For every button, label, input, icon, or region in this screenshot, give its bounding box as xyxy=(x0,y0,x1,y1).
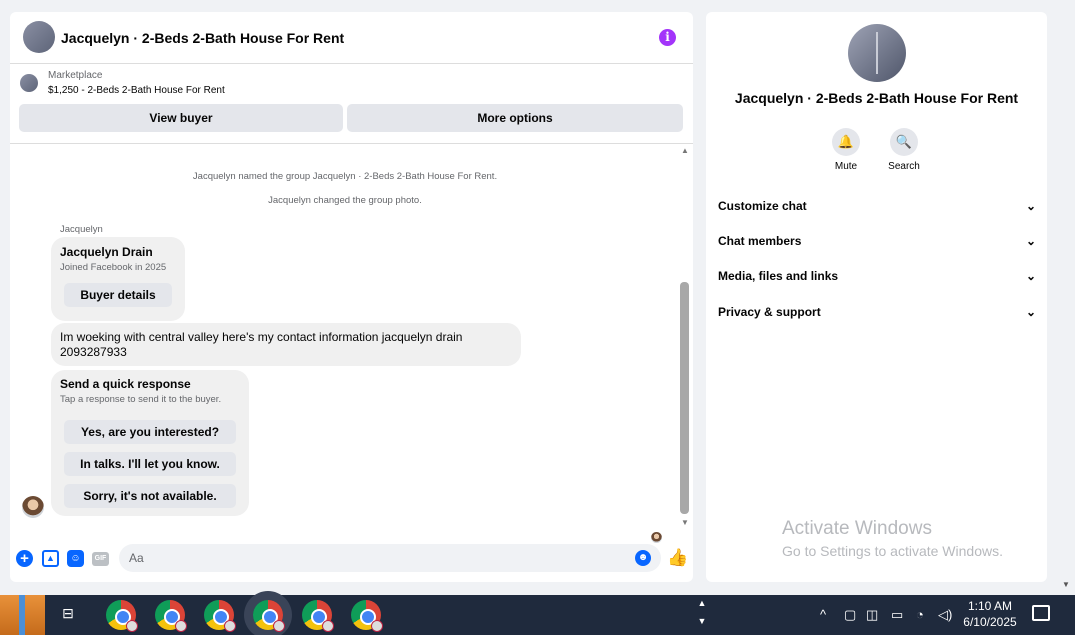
section-privacy-support[interactable]: Privacy & support ⌄ xyxy=(718,300,1036,324)
listing-title[interactable]: $1,250 - 2-Beds 2-Bath House For Rent xyxy=(48,85,225,96)
chevron-down-icon[interactable]: ⌄ xyxy=(1026,229,1036,253)
chevron-down-icon[interactable]: ⌄ xyxy=(1026,300,1036,324)
quick-response-subtitle: Tap a response to send it to the buyer. xyxy=(60,394,222,405)
section-label: Customize chat xyxy=(718,199,807,213)
buyer-name: Jacquelyn Drain xyxy=(60,245,153,259)
quick-response-title: Send a quick response xyxy=(60,377,191,391)
scroll-thumb[interactable] xyxy=(680,282,689,514)
buyer-details-button[interactable]: Buyer details xyxy=(64,283,172,307)
more-options-button[interactable]: More options xyxy=(347,104,683,132)
system-message: Jacquelyn named the group Jacquelyn · 2-… xyxy=(192,171,498,182)
group-photo[interactable] xyxy=(848,24,906,82)
search-action[interactable]: 🔍 Search xyxy=(874,128,934,172)
watermark-title: Activate Windows xyxy=(782,518,932,539)
section-label: Chat members xyxy=(718,234,802,248)
gif-icon[interactable]: GIF xyxy=(92,552,109,566)
chevron-down-icon[interactable]: ⌄ xyxy=(1026,264,1036,288)
quick-response-option[interactable]: In talks. I'll let you know. xyxy=(64,452,236,476)
security-icon[interactable]: ◫ xyxy=(866,607,878,623)
message-bubble: Im woeking with central valley here's my… xyxy=(51,323,521,366)
profile-card-bubble: Jacquelyn Drain Joined Facebook in 2025 … xyxy=(51,237,185,321)
sender-name: Jacquelyn xyxy=(60,224,103,235)
chrome-icon[interactable] xyxy=(155,600,187,632)
wifi-icon[interactable]: ◔ xyxy=(916,607,924,622)
chat-info-panel: Jacquelyn · 2-Beds 2-Bath House For Rent… xyxy=(706,12,1047,582)
sticker-icon[interactable]: ☺ xyxy=(67,550,84,567)
chrome-icon[interactable] xyxy=(302,600,334,632)
chrome-icon[interactable] xyxy=(106,600,138,632)
view-buyer-button[interactable]: View buyer xyxy=(19,104,343,132)
task-view-icon[interactable]: ⊟ xyxy=(58,605,78,623)
message-scrollbar[interactable]: ▲ ▼ xyxy=(679,144,691,532)
section-label: Media, files and links xyxy=(718,269,839,283)
battery-icon[interactable]: ▭ xyxy=(891,607,903,623)
section-label: Privacy & support xyxy=(718,305,821,319)
scroll-up-icon[interactable]: ▲ xyxy=(680,146,690,156)
info-icon[interactable]: i xyxy=(659,29,676,46)
chevron-down-icon[interactable]: ⌄ xyxy=(1026,194,1036,218)
chrome-icon[interactable] xyxy=(204,600,236,632)
volume-icon[interactable]: ◁) xyxy=(938,607,952,623)
emoji-icon[interactable]: ☻ xyxy=(635,550,651,566)
message-input[interactable]: Aa xyxy=(119,544,661,572)
taskbar: ⊟ ▲ ▼ ^ ▢ ◫ ▭ ◔ ◁) 1:10 AM 6/10/2025 xyxy=(0,595,1075,635)
chrome-icon[interactable] xyxy=(351,600,383,632)
scroll-down-icon[interactable]: ▼ xyxy=(680,518,690,528)
mute-label: Mute xyxy=(834,161,858,172)
composer: + ▲ ☺ GIF Aa ☻ 👍 xyxy=(10,542,693,574)
mute-action[interactable]: 🔔 Mute xyxy=(816,128,876,172)
quick-response-bubble: Send a quick response Tap a response to … xyxy=(51,370,249,516)
chat-panel: Jacquelyn · 2-Beds 2-Bath House For Rent… xyxy=(10,12,693,582)
system-message: Jacquelyn changed the group photo. xyxy=(268,195,422,206)
message-list: Jacquelyn named the group Jacquelyn · 2-… xyxy=(10,144,693,543)
clock-time: 1:10 AM xyxy=(967,599,1013,613)
taskbar-scroll-icon[interactable]: ▲ ▼ xyxy=(696,595,708,635)
joined-text: Joined Facebook in 2025 xyxy=(60,262,167,273)
chrome-icon[interactable] xyxy=(253,600,285,632)
marketplace-label: Marketplace xyxy=(48,70,103,81)
clock[interactable]: 1:10 AM 6/10/2025 xyxy=(962,598,1018,630)
plus-icon[interactable]: + xyxy=(16,550,33,567)
section-chat-members[interactable]: Chat members ⌄ xyxy=(718,229,1036,253)
quick-response-option[interactable]: Yes, are you interested? xyxy=(64,420,236,444)
watermark-subtitle: Go to Settings to activate Windows. xyxy=(782,543,1003,559)
thumbs-up-icon[interactable]: 👍 xyxy=(667,548,688,568)
search-label: Search xyxy=(888,161,920,172)
page-scroll-down-icon[interactable]: ▼ xyxy=(1062,580,1070,589)
info-title: Jacquelyn · 2-Beds 2-Bath House For Rent xyxy=(734,90,1019,106)
bell-icon[interactable]: 🔔 xyxy=(832,128,860,156)
section-customize-chat[interactable]: Customize chat ⌄ xyxy=(718,194,1036,218)
search-icon[interactable]: 🔍 xyxy=(890,128,918,156)
group-avatar[interactable] xyxy=(23,21,55,53)
quick-response-option[interactable]: Sorry, it's not available. xyxy=(64,484,236,508)
listing-thumbnail[interactable] xyxy=(20,74,38,92)
sender-avatar[interactable] xyxy=(22,496,44,518)
chat-header: Jacquelyn · 2-Beds 2-Bath House For Rent… xyxy=(10,12,693,64)
chevron-up-icon[interactable]: ^ xyxy=(820,607,826,622)
photo-icon[interactable]: ▲ xyxy=(42,550,59,567)
meet-icon[interactable]: ▢ xyxy=(844,607,856,623)
chat-title[interactable]: Jacquelyn · 2-Beds 2-Bath House For Rent xyxy=(61,30,344,46)
gift-icon[interactable] xyxy=(0,595,45,635)
notification-icon[interactable] xyxy=(1032,605,1050,621)
activate-windows-watermark: Activate Windows Go to Settings to activ… xyxy=(782,518,1003,559)
section-media-files-links[interactable]: Media, files and links ⌄ xyxy=(718,264,1036,288)
marketplace-bar: Marketplace $1,250 - 2-Beds 2-Bath House… xyxy=(10,64,693,144)
clock-date: 6/10/2025 xyxy=(963,615,1017,629)
